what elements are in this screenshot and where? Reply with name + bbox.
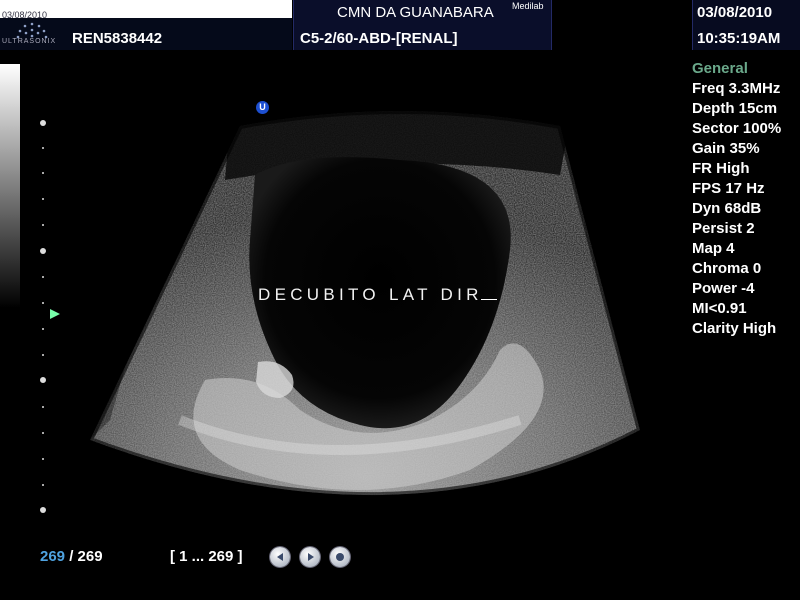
param-gain: Gain 35% bbox=[692, 140, 760, 157]
depth-scale-mark bbox=[42, 302, 44, 304]
depth-scale-mark bbox=[42, 224, 44, 226]
brand-label: Medilab bbox=[512, 1, 544, 11]
play-button[interactable] bbox=[300, 547, 320, 567]
param-clarity: Clarity High bbox=[692, 320, 777, 337]
frame-separator: / bbox=[69, 548, 74, 565]
exam-time: 10:35:19AM bbox=[697, 30, 781, 47]
exam-date: 03/08/2010 bbox=[697, 4, 773, 21]
param-sector: Sector 100% bbox=[692, 120, 782, 137]
text-cursor bbox=[480, 285, 497, 300]
depth-scale-mark bbox=[42, 198, 44, 200]
param-dynamic-range: Dyn 68dB bbox=[692, 200, 762, 217]
depth-scale-mark bbox=[42, 406, 44, 408]
param-fps: FPS 17 Hz bbox=[692, 180, 765, 197]
frame-current: 269 bbox=[40, 548, 66, 565]
depth-scale-mark bbox=[40, 248, 46, 254]
play-icon bbox=[308, 553, 314, 561]
frame-total: 269 bbox=[77, 548, 103, 565]
institution-name: CMN DA GUANABARA bbox=[337, 4, 494, 21]
depth-scale-mark bbox=[40, 377, 46, 383]
param-depth: Depth 15cm bbox=[692, 100, 778, 117]
depth-scale-mark bbox=[42, 458, 44, 460]
stop-button[interactable] bbox=[330, 547, 350, 567]
orientation-marker: U bbox=[256, 101, 269, 114]
annotation-text: DECUBITO LAT DIR bbox=[258, 285, 483, 304]
depth-scale-mark bbox=[42, 328, 44, 330]
params-title: General bbox=[692, 60, 748, 77]
depth-scale-mark bbox=[42, 484, 44, 486]
grayscale-bar bbox=[0, 64, 20, 308]
param-frame-rate: FR High bbox=[692, 160, 750, 177]
depth-scale-mark bbox=[40, 120, 46, 126]
param-map: Map 4 bbox=[692, 240, 735, 257]
param-frequency: Freq 3.3MHz bbox=[692, 80, 781, 97]
focus-marker-icon[interactable] bbox=[50, 309, 60, 319]
depth-scale-mark bbox=[42, 276, 44, 278]
imaging-parameters-panel: General Freq 3.3MHz Depth 15cm Sector 10… bbox=[692, 59, 781, 339]
logo-text: ULTRASONIX bbox=[2, 38, 57, 45]
param-power: Power -4 bbox=[692, 280, 755, 297]
play-reverse-icon bbox=[277, 553, 283, 561]
param-chroma: Chroma 0 bbox=[692, 260, 762, 277]
patient-id: REN5838442 bbox=[72, 30, 163, 47]
frame-counter: 269 / 269 bbox=[40, 548, 103, 565]
param-mechanical-index: MI<0.91 bbox=[692, 300, 747, 317]
image-annotation[interactable]: DECUBITO LAT DIR bbox=[258, 285, 497, 305]
rewind-button[interactable] bbox=[270, 547, 290, 567]
param-persistence: Persist 2 bbox=[692, 220, 755, 237]
depth-scale-mark bbox=[42, 172, 44, 174]
depth-scale-mark bbox=[42, 147, 44, 149]
stop-icon bbox=[336, 553, 344, 561]
depth-scale-mark bbox=[42, 432, 44, 434]
probe-preset: C5-2/60-ABD-[RENAL] bbox=[300, 30, 458, 47]
frame-range: [ 1 ... 269 ] bbox=[170, 548, 243, 565]
depth-scale-mark bbox=[42, 354, 44, 356]
depth-scale-mark bbox=[40, 507, 46, 513]
